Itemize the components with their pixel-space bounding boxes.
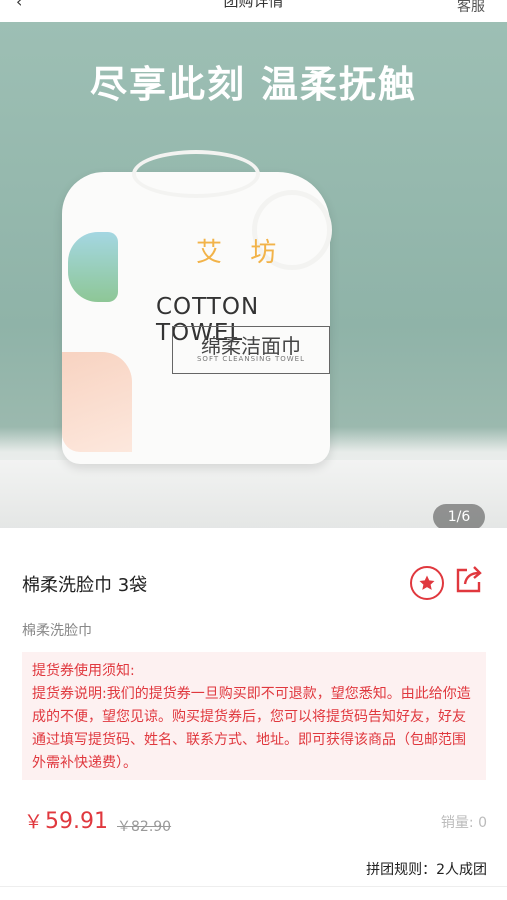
notice-body: 提货券说明:我们的提货券一旦购买即不可退款，望您悉知。由此给你造成的不便，望您见… xyxy=(32,686,471,771)
share-icon xyxy=(456,566,482,593)
divider xyxy=(0,886,507,887)
notice-heading: 提货券使用须知: xyxy=(32,663,135,679)
sales-count: 销量: 0 xyxy=(440,815,487,831)
carousel-pager: 1/6 xyxy=(433,504,485,528)
customer-service-link[interactable]: 客服 xyxy=(457,0,485,16)
hero-headline: 尽享此刻 温柔抚触 xyxy=(90,63,417,106)
original-price: ￥82.90 xyxy=(117,819,172,835)
price: ￥59.91 xyxy=(24,807,108,834)
product-image-carousel[interactable]: 尽享此刻 温柔抚触 艾 坊 COTTON TOWEL 绵柔洁面巾 SOFT CL… xyxy=(0,22,507,528)
voucher-notice: 提货券使用须知: 提货券说明:我们的提货券一旦购买即不可退款，望您悉知。由此给你… xyxy=(22,652,486,780)
star-icon xyxy=(419,575,435,590)
currency-symbol: ￥ xyxy=(24,811,44,833)
product-label-box: 绵柔洁面巾 SOFT CLEANSING TOWEL xyxy=(172,326,330,374)
favorite-button[interactable] xyxy=(410,566,444,600)
product-subtitle: 棉柔洗脸巾 xyxy=(22,623,92,639)
product-logo: 艾 坊 xyxy=(196,238,287,268)
top-bar: ‹ 团购详情 客服 xyxy=(0,0,507,22)
price-value: 59.91 xyxy=(45,809,108,834)
product-photo: 艾 坊 COTTON TOWEL 绵柔洁面巾 SOFT CLEANSING TO… xyxy=(62,150,332,464)
product-title: 棉柔洗脸巾 3袋 xyxy=(22,575,148,596)
hero-ledge xyxy=(0,460,507,528)
share-button[interactable] xyxy=(453,564,485,596)
group-rule[interactable]: 拼团规则：2人成团 xyxy=(366,859,487,879)
page-title: 团购详情 xyxy=(223,0,284,10)
